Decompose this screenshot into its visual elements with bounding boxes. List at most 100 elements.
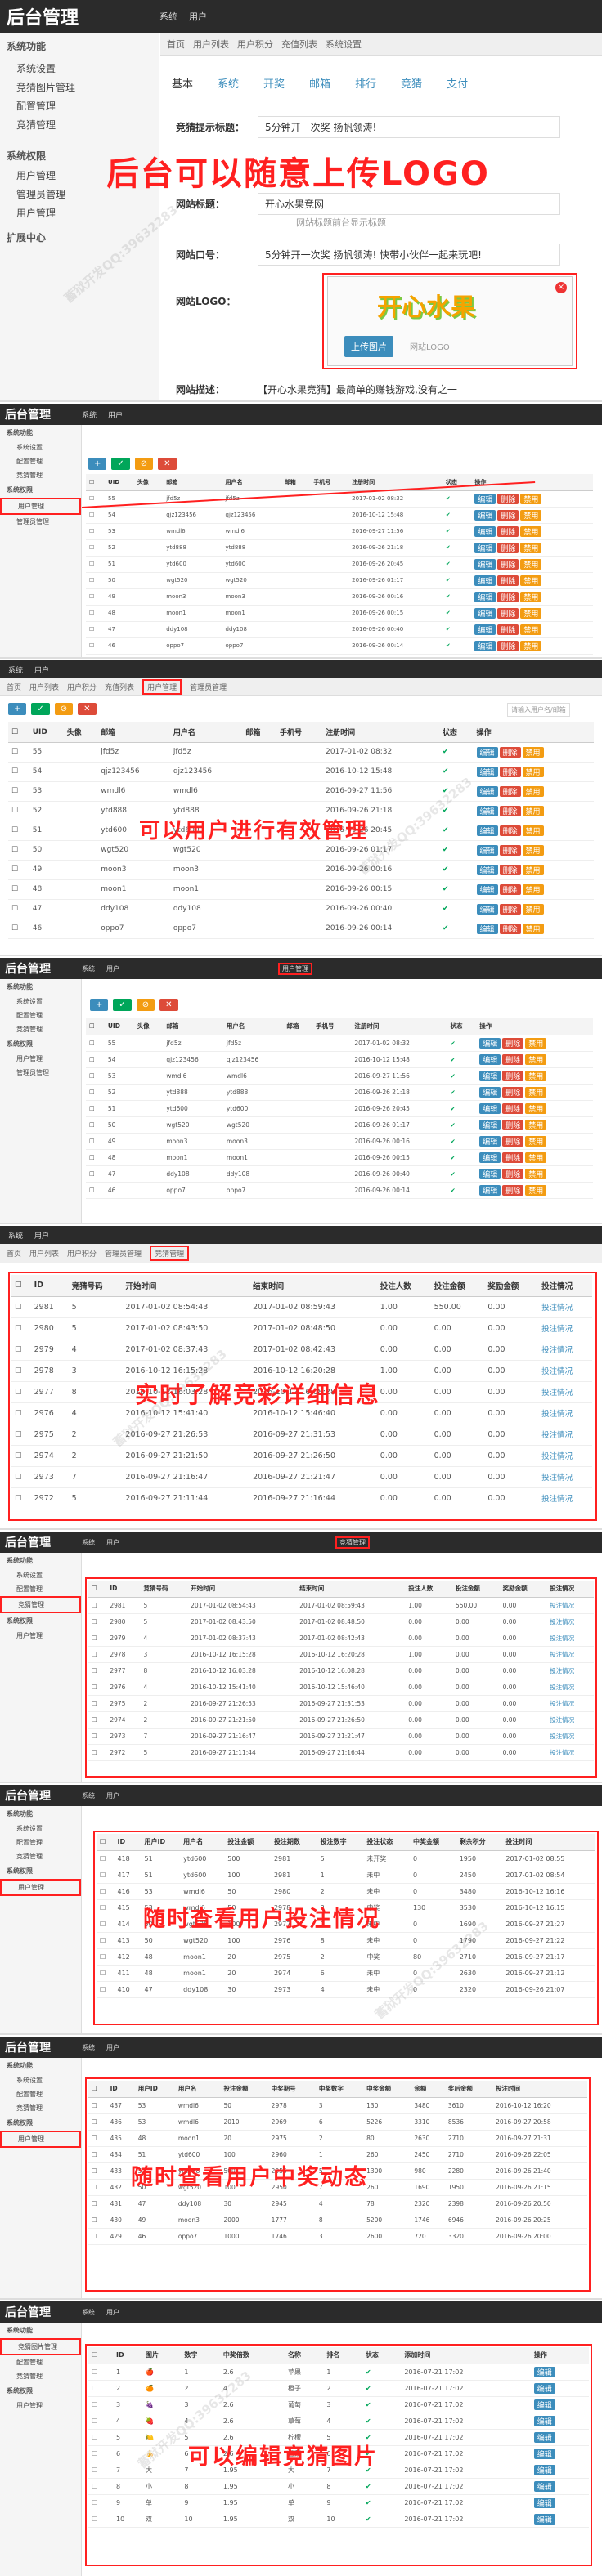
row-checkbox[interactable]: ☐	[8, 840, 29, 861]
table-row[interactable]: ☐ 51 ytd600 ytd600 2016-09-26 20:45 ✔ 编辑 删除 禁用	[86, 556, 593, 573]
delete-button[interactable]: 删除	[497, 542, 519, 553]
btn4-delete[interactable]: ✕	[159, 999, 178, 1011]
delete-button[interactable]: 删除	[502, 1070, 524, 1081]
edit-button[interactable]: 编辑	[479, 1135, 501, 1147]
s9-users[interactable]: 用户管理	[0, 2399, 81, 2413]
row-checkbox[interactable]: ☐	[86, 1084, 105, 1101]
disable-button[interactable]: 禁用	[520, 624, 542, 635]
edit-button[interactable]: 编辑	[476, 766, 498, 777]
edit-button[interactable]: 编辑	[474, 509, 496, 521]
table-row[interactable]: ☐ 53 wmdl6 wmdl6 2016-09-27 11:56 ✔ 编辑 删除 禁用	[86, 1067, 593, 1085]
edit-button[interactable]: 编辑	[476, 785, 498, 797]
table-row[interactable]: ☐ 52 ytd888 ytd888 2016-09-26 21:18 ✔ 编辑 删除 禁用	[86, 1084, 593, 1101]
row-checkbox[interactable]: ☐	[86, 605, 106, 622]
s9-sec-system[interactable]: 系统功能	[0, 2323, 81, 2338]
nav6-users[interactable]: 用户	[106, 1538, 119, 1547]
row-checkbox[interactable]: ☐	[8, 781, 29, 802]
select-all-checkbox[interactable]: ☐	[86, 1018, 105, 1035]
row-checkbox[interactable]: ☐	[86, 1149, 105, 1166]
s9-guess[interactable]: 竞猜管理	[0, 2369, 81, 2383]
user-search-input-3[interactable]: 请输入用户名/邮箱	[507, 703, 570, 717]
s8-settings[interactable]: 系统设置	[0, 2073, 81, 2087]
delete-button[interactable]: 删除	[499, 785, 521, 797]
row-checkbox[interactable]: ☐	[86, 1051, 105, 1068]
table-row[interactable]: ☐ 46 oppo7 oppo7 2016-09-26 00:14 ✔ 编辑 删除 禁用	[86, 1182, 593, 1199]
subtab-1[interactable]: 系统	[218, 75, 239, 91]
disable-button[interactable]: 禁用	[522, 883, 544, 895]
disable-button[interactable]: 禁用	[525, 1086, 547, 1098]
edit-button[interactable]: 编辑	[476, 805, 498, 816]
s6-guess[interactable]: 竞猜管理	[0, 1596, 81, 1613]
btn3-disable[interactable]: ⊘	[54, 703, 74, 715]
nav-user-list[interactable]: 用户列表	[193, 38, 229, 51]
btn3-enable[interactable]: ✓	[31, 703, 50, 715]
table-row[interactable]: ☐ 47 ddy108 ddy108 2016-09-26 00:40 ✔ 编辑 删除 禁用	[86, 1165, 593, 1183]
s7-config[interactable]: 配置管理	[0, 1836, 81, 1849]
edit-button[interactable]: 编辑	[479, 1119, 501, 1130]
sidebar-item-settings[interactable]: 系统设置	[0, 56, 159, 78]
s2-sec-system[interactable]: 系统功能	[0, 425, 81, 441]
s8-guess[interactable]: 竞猜管理	[0, 2101, 81, 2115]
disable-button[interactable]: 禁用	[520, 575, 542, 586]
t5-userlist[interactable]: 用户列表	[29, 1248, 59, 1259]
sidebar-item-usercenter[interactable]: 用户管理	[0, 203, 159, 222]
t3-admins[interactable]: 管理员管理	[190, 682, 227, 692]
table-row[interactable]: ☐ 50 wgt520 wgt520 2016-09-26 01:17 ✔ 编辑 删除 禁用	[86, 1116, 593, 1134]
input-desc[interactable]: 【开心水果竞猜】最简单的赚钱游戏,没有之一	[258, 382, 457, 396]
edit-button[interactable]: 编辑	[476, 883, 498, 895]
edit-button[interactable]: 编辑	[476, 864, 498, 875]
delete-button[interactable]: 删除	[499, 766, 521, 777]
edit-button[interactable]: 编辑	[479, 1152, 501, 1163]
delete-button[interactable]: 删除	[499, 746, 521, 758]
delete-button[interactable]: 删除	[502, 1086, 524, 1098]
nav8-system[interactable]: 系统	[82, 2043, 95, 2052]
nav-sys-settings[interactable]: 系统设置	[326, 38, 362, 51]
delete-button[interactable]: 删除	[497, 575, 519, 586]
nav-system[interactable]: 系统	[159, 10, 177, 23]
t5-home[interactable]: 首页	[7, 1248, 21, 1259]
edit-button[interactable]: 编辑	[479, 1168, 501, 1179]
s8-sec-perm[interactable]: 系统权限	[0, 2115, 81, 2131]
edit-button[interactable]: 编辑	[474, 640, 496, 651]
nav5-system[interactable]: 系统	[8, 1230, 23, 1241]
btn3-add[interactable]: +	[8, 703, 27, 715]
delete-button[interactable]: 删除	[502, 1168, 524, 1179]
disable-button[interactable]: 禁用	[525, 1119, 547, 1130]
delete-button[interactable]: 删除	[497, 591, 519, 602]
row-checkbox[interactable]: ☐	[8, 919, 29, 939]
select-all-checkbox[interactable]: ☐	[86, 474, 106, 491]
delete-button[interactable]: 删除	[497, 493, 519, 504]
disable-button[interactable]: 禁用	[520, 607, 542, 619]
row-checkbox[interactable]: ☐	[86, 572, 106, 589]
delete-button[interactable]: 删除	[497, 558, 519, 570]
s8-sec-system[interactable]: 系统功能	[0, 2058, 81, 2073]
s2-guess[interactable]: 竞猜管理	[0, 468, 81, 482]
t3-userlist[interactable]: 用户列表	[29, 682, 59, 692]
row-checkbox[interactable]: ☐	[8, 742, 29, 763]
row-checkbox[interactable]: ☐	[86, 1182, 105, 1199]
delete-button[interactable]: 删除	[497, 640, 519, 651]
nav4-users[interactable]: 用户	[106, 964, 119, 973]
table-row[interactable]: ☐ 48 moon1 moon1 2016-09-26 00:15 ✔ 编辑 删除 禁用	[86, 605, 593, 622]
table-row[interactable]: ☐55 jfd5zjfd5z 2017-01-02 08:32✔编辑删除禁用	[8, 742, 594, 763]
row-checkbox[interactable]: ☐	[8, 860, 29, 880]
s2-users[interactable]: 用户管理	[0, 498, 81, 515]
delete-button[interactable]: 删除	[499, 883, 521, 895]
t3-user-mgmt[interactable]: 用户管理	[142, 679, 182, 695]
row-checkbox[interactable]: ☐	[86, 1035, 105, 1052]
row-checkbox[interactable]: ☐	[86, 621, 106, 638]
s8-users[interactable]: 用户管理	[0, 2131, 81, 2148]
nav5-users[interactable]: 用户	[34, 1230, 49, 1241]
s6-sec-perm[interactable]: 系统权限	[0, 1613, 81, 1629]
s4-config[interactable]: 配置管理	[0, 1008, 81, 1022]
edit-button[interactable]: 编辑	[476, 825, 498, 836]
t3-home[interactable]: 首页	[7, 682, 21, 692]
edit-button[interactable]: 编辑	[479, 1086, 501, 1098]
s4-sec-perm[interactable]: 系统权限	[0, 1036, 81, 1052]
subtab-2[interactable]: 开奖	[263, 75, 285, 91]
disable-button[interactable]: 禁用	[525, 1152, 547, 1163]
input-slogan[interactable]: 5分钟开一次奖 扬帆领涛! 快带小伙伴一起来玩吧!	[258, 244, 560, 266]
table-row[interactable]: ☐ 49 moon3 moon3 2016-09-26 00:16 ✔ 编辑 删除 禁用	[86, 1133, 593, 1150]
table-row[interactable]: ☐ 54 qjz123456 qjz123456 2016-10-12 15:48 ✔ 编辑…	[86, 1051, 593, 1068]
t5-admins[interactable]: 管理员管理	[105, 1248, 142, 1259]
